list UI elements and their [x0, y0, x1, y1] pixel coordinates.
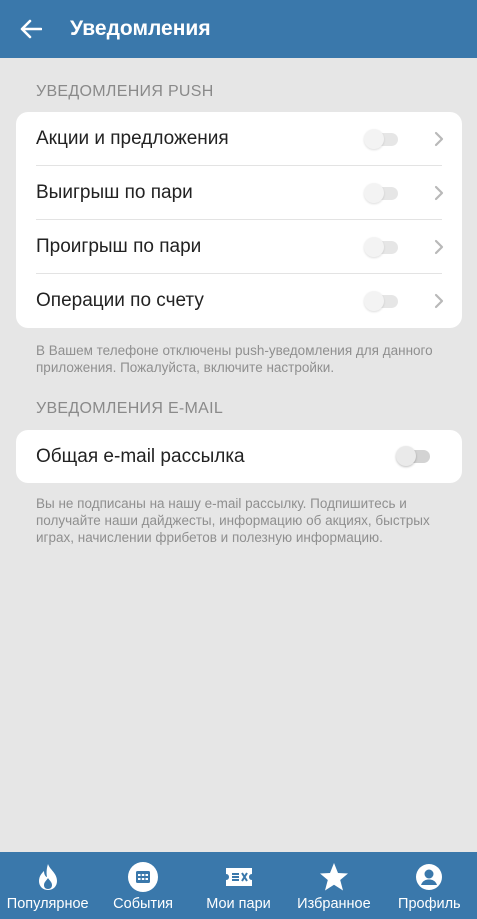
- flame-icon: [38, 864, 57, 890]
- star-icon: [319, 863, 348, 891]
- push-disabled-note: В Вашем телефоне отключены push-уведомле…: [36, 343, 433, 375]
- tab-label: Избранное: [297, 896, 371, 912]
- ticket-icon: [225, 868, 252, 886]
- page-title: Уведомления: [70, 17, 211, 40]
- push-account-ops-row[interactable]: Операции по счету: [16, 274, 462, 328]
- push-win-row[interactable]: Выигрыш по пари: [16, 166, 462, 220]
- push-win-toggle[interactable]: [364, 183, 400, 203]
- chevron-right-icon: [434, 185, 444, 201]
- chevron-right-icon: [434, 239, 444, 255]
- push-settings-card: Акции и предложения Выигрыш по пари Прои…: [16, 112, 462, 328]
- email-newsletter-toggle[interactable]: [396, 446, 432, 466]
- arrow-left-icon: [20, 19, 42, 39]
- row-label: Выигрыш по пари: [36, 182, 193, 203]
- row-label: Операции по счету: [36, 290, 204, 311]
- tab-label: Мои пари: [206, 896, 271, 912]
- push-loss-row[interactable]: Проигрыш по пари: [16, 220, 462, 274]
- tab-my-bets[interactable]: Мои пари: [191, 852, 286, 919]
- tab-popular[interactable]: Популярное: [0, 852, 95, 919]
- row-label: Общая e-mail рассылка: [36, 445, 245, 467]
- tab-label: Профиль: [398, 896, 461, 912]
- tab-profile[interactable]: Профиль: [382, 852, 477, 919]
- back-button[interactable]: [0, 0, 62, 58]
- push-loss-toggle[interactable]: [364, 237, 400, 257]
- chevron-right-icon: [434, 293, 444, 309]
- tab-label: События: [113, 896, 174, 912]
- chevron-right-icon: [434, 131, 444, 147]
- tab-events[interactable]: События: [95, 852, 190, 919]
- app-bar: Уведомления: [0, 0, 477, 58]
- push-promotions-row[interactable]: Акции и предложения: [16, 112, 462, 166]
- push-section-header: УВЕДОМЛЕНИЯ PUSH: [36, 83, 214, 100]
- profile-icon: [416, 864, 443, 890]
- push-account-ops-toggle[interactable]: [364, 291, 400, 311]
- row-label: Проигрыш по пари: [36, 236, 202, 257]
- email-unsubscribed-note: Вы не подписаны на нашу e-mail рассылку.…: [36, 496, 430, 545]
- bottom-tab-bar: Популярное События Мои пари Избранное Пр…: [0, 852, 477, 919]
- email-settings-card: Общая e-mail рассылка: [16, 430, 462, 483]
- push-promotions-toggle[interactable]: [364, 129, 400, 149]
- calendar-icon: [128, 862, 159, 892]
- email-newsletter-row[interactable]: Общая e-mail рассылка: [16, 430, 462, 483]
- row-label: Акции и предложения: [36, 128, 229, 149]
- email-section-header: УВЕДОМЛЕНИЯ E-MAIL: [36, 400, 224, 417]
- tab-label: Популярное: [6, 896, 89, 912]
- tab-favorites[interactable]: Избранное: [286, 852, 381, 919]
